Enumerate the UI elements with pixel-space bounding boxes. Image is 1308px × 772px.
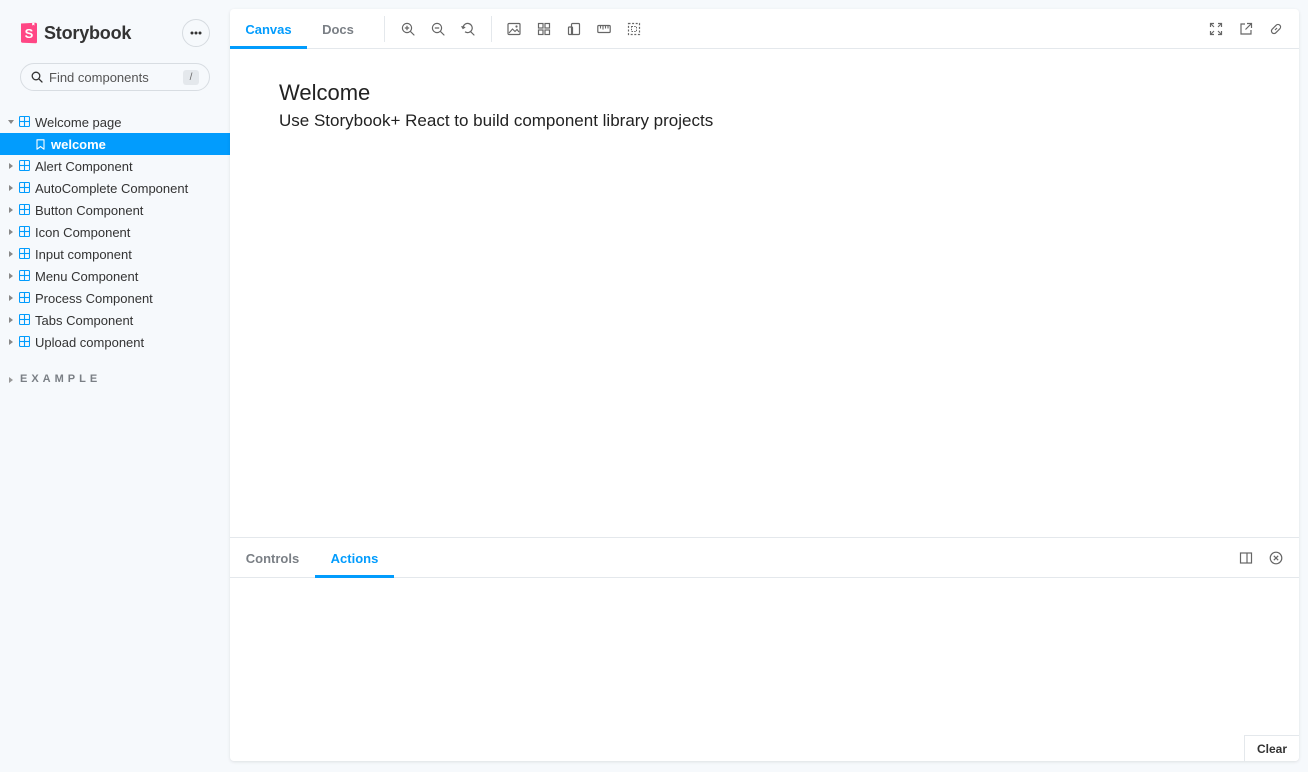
component-icon	[19, 182, 30, 193]
zoom-in-icon	[401, 22, 415, 36]
component-icon	[19, 292, 30, 303]
sidebar-item-label: Input component	[35, 247, 132, 262]
toolbar-divider	[491, 16, 492, 42]
brand-name: Storybook	[44, 22, 132, 43]
sidebar-item-label: welcome	[51, 137, 106, 152]
sidebar-item-button-component[interactable]: Button Component	[0, 199, 230, 221]
sidebar-item-welcome-story[interactable]: welcome	[0, 133, 230, 155]
caret-right-icon	[9, 163, 13, 169]
component-tree: Welcome page welcome Alert Component Aut…	[0, 111, 230, 353]
open-new-tab-icon	[1240, 22, 1253, 35]
svg-text:S: S	[25, 26, 34, 41]
sidebar-item-welcome-page[interactable]: Welcome page	[0, 111, 230, 133]
tab-canvas[interactable]: Canvas	[230, 9, 307, 49]
close-icon	[1269, 551, 1283, 565]
fullscreen-button[interactable]	[1208, 21, 1224, 37]
clear-button[interactable]: Clear	[1244, 735, 1299, 761]
sidebar-item-menu-component[interactable]: Menu Component	[0, 265, 230, 287]
storybook-logo-icon: S	[21, 22, 37, 44]
component-icon	[19, 116, 30, 127]
story-title: Welcome	[279, 80, 371, 105]
sidebar-item-label: Button Component	[35, 203, 144, 218]
component-icon	[19, 204, 30, 215]
tab-actions[interactable]: Actions	[315, 538, 394, 578]
preview-panel: Canvas Docs Welcome Use Storybook+ React…	[230, 9, 1299, 761]
sidebar-item-input-component[interactable]: Input component	[0, 243, 230, 265]
copy-link-button[interactable]	[1268, 21, 1284, 37]
caret-right-icon	[9, 229, 13, 235]
component-icon	[19, 336, 30, 347]
menu-button[interactable]	[182, 19, 210, 47]
component-icon	[19, 270, 30, 281]
sidebar-item-label: Menu Component	[35, 269, 139, 284]
tab-docs[interactable]: Docs	[307, 9, 369, 49]
sidebar-item-label: Alert Component	[35, 159, 133, 174]
component-icon	[19, 314, 30, 325]
open-new-tab-button[interactable]	[1238, 21, 1254, 37]
zoom-out-button[interactable]	[430, 21, 446, 37]
caret-right-icon	[9, 317, 13, 323]
background-icon	[507, 22, 521, 36]
copy-link-icon	[1270, 23, 1282, 35]
story-subtitle: Use Storybook+ React to build component …	[279, 111, 714, 130]
zoom-in-button[interactable]	[400, 21, 416, 37]
caret-down-icon	[8, 120, 14, 124]
sidebar-item-label: Icon Component	[35, 225, 131, 240]
background-button[interactable]	[506, 21, 522, 37]
zoom-reset-button[interactable]	[460, 21, 476, 37]
bookmark-icon	[36, 139, 45, 150]
sidebar-item-label: Tabs Component	[35, 313, 134, 328]
viewport-icon	[567, 22, 581, 36]
caret-right-icon	[9, 251, 13, 257]
search-shortcut-key: /	[183, 70, 199, 85]
caret-right-icon	[9, 339, 13, 345]
sidebar-item-label: Upload component	[35, 335, 145, 350]
brand[interactable]: S Storybook	[20, 21, 131, 45]
sidebar-item-tabs-component[interactable]: Tabs Component	[0, 309, 230, 331]
outline-button[interactable]	[626, 21, 642, 37]
tab-controls[interactable]: Controls	[230, 538, 315, 578]
sidebar-item-autocomplete-component[interactable]: AutoComplete Component	[0, 177, 230, 199]
caret-right-icon	[9, 295, 13, 301]
grid-icon	[537, 22, 551, 36]
sidebar-group-example[interactable]: EXAMPLE	[0, 370, 230, 390]
sidebar-group-label: EXAMPLE	[20, 373, 102, 385]
sidebar-item-alert-component[interactable]: Alert Component	[0, 155, 230, 177]
sidebar-item-label: AutoComplete Component	[35, 181, 189, 196]
grid-button[interactable]	[536, 21, 552, 37]
fullscreen-icon	[1209, 22, 1223, 36]
caret-right-icon	[9, 207, 13, 213]
story-canvas: Welcome Use Storybook+ React to build co…	[230, 50, 1299, 536]
sidebar-item-process-component[interactable]: Process Component	[0, 287, 230, 309]
toolbar: Canvas Docs	[230, 9, 1299, 49]
sidebar-item-label: Welcome page	[35, 115, 122, 130]
caret-right-icon	[9, 377, 13, 383]
search-field[interactable]: /	[20, 63, 210, 91]
toolbar-divider	[384, 16, 385, 42]
close-panel-button[interactable]	[1268, 550, 1284, 566]
component-icon	[19, 226, 30, 237]
addons-panel: Controls Actions Clear	[230, 537, 1299, 761]
search-input[interactable]	[49, 69, 179, 85]
component-icon	[19, 160, 30, 171]
viewport-button[interactable]	[566, 21, 582, 37]
search-icon	[31, 71, 43, 83]
panel-orientation-button[interactable]	[1238, 550, 1254, 566]
addons-tabbar: Controls Actions	[230, 538, 1299, 578]
caret-right-icon	[9, 273, 13, 279]
outline-icon	[627, 22, 641, 36]
sidebar-item-upload-component[interactable]: Upload component	[0, 331, 230, 353]
measure-button[interactable]	[596, 21, 612, 37]
component-icon	[19, 248, 30, 259]
measure-icon	[597, 24, 611, 34]
caret-right-icon	[9, 185, 13, 191]
sidebar-item-label: Process Component	[35, 291, 153, 306]
zoom-out-icon	[431, 22, 445, 36]
zoom-reset-icon	[461, 22, 475, 36]
panel-layout-icon	[1239, 552, 1253, 564]
sidebar-item-icon-component[interactable]: Icon Component	[0, 221, 230, 243]
ellipsis-icon	[190, 31, 202, 35]
sidebar: S Storybook / Welcome page	[0, 0, 230, 772]
